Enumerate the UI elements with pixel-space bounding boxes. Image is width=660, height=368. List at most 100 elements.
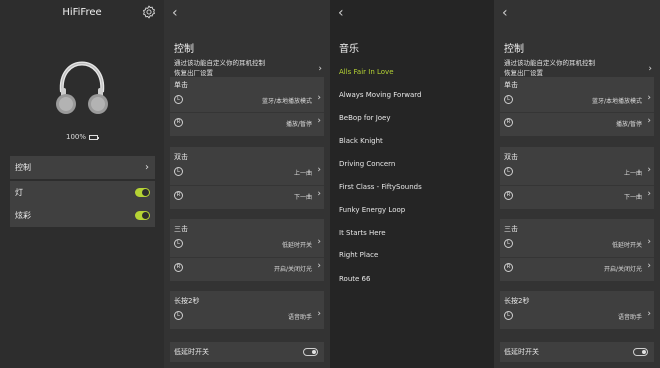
latency-toggle[interactable] — [633, 348, 648, 356]
chevron-right-icon: › — [317, 189, 321, 199]
left-option-row[interactable]: L 蓝牙/本地播放模式 › — [170, 89, 324, 111]
chevron-right-icon: › — [647, 116, 651, 126]
song-item[interactable]: Driving Concern — [339, 160, 489, 168]
chevron-right-icon: › — [648, 64, 652, 74]
option-value: 蓝牙/本地播放模式 — [261, 98, 312, 105]
left-earbud-icon: L — [504, 239, 513, 248]
left-option-row[interactable]: L 低延时开关 › — [500, 233, 654, 255]
battery-icon — [89, 134, 99, 140]
menu-item-color: 炫彩 — [10, 204, 155, 227]
song-item[interactable]: BeBop for Joey — [339, 114, 489, 122]
menu-item-control[interactable]: 控制 › — [10, 156, 155, 179]
light-toggle[interactable] — [135, 188, 150, 197]
option-value: 播放/暂停 — [285, 121, 312, 128]
right-option-row[interactable]: R 开启/关闭灯光 › — [500, 257, 654, 279]
menu-item-label: 灯 — [15, 188, 23, 197]
song-item[interactable]: Right Place — [339, 251, 489, 259]
option-value: 播放/暂停 — [615, 121, 642, 128]
right-earbud-icon: R — [174, 263, 183, 272]
option-value: 语音助手 — [287, 314, 312, 321]
triple-tap-card: 三击 L 低延时开关 › R 开启/关闭灯光 › — [500, 219, 654, 281]
right-earbud-icon: R — [504, 263, 513, 272]
reset-link[interactable]: 恢复出厂设置 — [504, 67, 543, 77]
color-toggle[interactable] — [135, 211, 150, 220]
chevron-right-icon: › — [317, 93, 321, 103]
chevron-right-icon: › — [647, 261, 651, 271]
right-option-row[interactable]: R 下一曲 › — [170, 185, 324, 207]
right-earbud-icon: R — [174, 118, 183, 127]
double-tap-card: 双击 L 上一曲 › R 下一曲 › — [500, 147, 654, 209]
left-earbud-icon: L — [174, 95, 183, 104]
option-value: 低延时开关 — [281, 242, 312, 249]
divider — [170, 112, 324, 113]
right-earbud-icon: R — [504, 118, 513, 127]
latency-row: 低延时开关 — [170, 342, 324, 362]
back-icon[interactable]: ‹ — [172, 6, 178, 20]
page-subtitle: 通过该功能自定义你的耳机控制 — [174, 59, 265, 67]
option-value: 低延时开关 — [611, 242, 642, 249]
song-item[interactable]: Always Moving Forward — [339, 91, 489, 99]
left-option-row[interactable]: L 上一曲 › — [170, 161, 324, 183]
headphone-image — [56, 61, 108, 114]
device-home-panel: HiFiFree 100% 控制 › 灯 炫彩 — [0, 0, 164, 368]
right-option-row[interactable]: R 播放/暂停 › — [500, 112, 654, 134]
song-item[interactable]: First Class - FiftySounds — [339, 183, 489, 191]
long-press-card: 长按2秒 L 语音助手 › — [170, 291, 324, 329]
divider — [500, 257, 654, 258]
left-option-row[interactable]: L 蓝牙/本地播放模式 › — [500, 89, 654, 111]
right-earbud-icon: R — [504, 191, 513, 200]
left-earbud-icon: L — [504, 311, 513, 320]
back-icon[interactable]: ‹ — [338, 6, 344, 20]
battery-level: 100% — [65, 133, 86, 141]
chevron-right-icon: › — [647, 165, 651, 175]
right-option-row[interactable]: R 下一曲 › — [500, 185, 654, 207]
left-earbud-icon: L — [174, 311, 183, 320]
left-option-row[interactable]: L 语音助手 › — [170, 305, 324, 327]
chevron-right-icon: › — [145, 162, 149, 173]
option-value: 下一曲 — [293, 194, 312, 201]
song-item[interactable]: Route 66 — [339, 275, 489, 283]
right-option-row[interactable]: R 开启/关闭灯光 › — [170, 257, 324, 279]
left-option-row[interactable]: L 语音助手 › — [500, 305, 654, 327]
option-value: 开启/关闭灯光 — [273, 266, 312, 273]
page-title: 音乐 — [339, 44, 359, 55]
left-earbud-icon: L — [504, 167, 513, 176]
menu-item-label: 炫彩 — [15, 211, 31, 220]
long-press-card: 长按2秒 L 语音助手 › — [500, 291, 654, 329]
left-earbud-icon: L — [174, 239, 183, 248]
divider — [500, 112, 654, 113]
left-earbud-icon: L — [504, 95, 513, 104]
double-tap-card: 双击 L 上一曲 › R 下一曲 › — [170, 147, 324, 209]
back-icon[interactable]: ‹ — [502, 6, 508, 20]
option-value: 下一曲 — [623, 194, 642, 201]
option-value: 上一曲 — [623, 170, 642, 177]
page-title: 控制 — [174, 44, 194, 55]
single-tap-card: 单击 L 蓝牙/本地播放模式 › R 播放/暂停 › — [500, 77, 654, 136]
option-value: 开启/关闭灯光 — [603, 266, 642, 273]
right-option-row[interactable]: R 播放/暂停 › — [170, 112, 324, 134]
left-option-row[interactable]: L 上一曲 › — [500, 161, 654, 183]
chevron-right-icon: › — [647, 309, 651, 319]
divider — [170, 257, 324, 258]
left-earbud-icon: L — [174, 167, 183, 176]
chevron-right-icon: › — [317, 309, 321, 319]
music-panel: ‹ 音乐 Alls Fair In Love Always Moving For… — [330, 0, 494, 368]
control-panel-2: ‹ 控制 通过该功能自定义你的耳机控制 恢复出厂设置 › 单击 L 蓝牙/本地播… — [494, 0, 660, 368]
battery-status: 100% — [0, 133, 164, 141]
chevron-right-icon: › — [647, 237, 651, 247]
reset-link[interactable]: 恢复出厂设置 — [174, 67, 213, 77]
latency-toggle[interactable] — [303, 348, 318, 356]
right-earbud-icon: R — [174, 191, 183, 200]
song-item[interactable]: It Starts Here — [339, 229, 489, 237]
page-subtitle: 通过该功能自定义你的耳机控制 — [504, 59, 595, 67]
menu-item-label: 控制 — [15, 163, 31, 172]
chevron-right-icon: › — [647, 189, 651, 199]
song-item[interactable]: Black Knight — [339, 137, 489, 145]
gear-icon[interactable] — [142, 5, 156, 19]
left-option-row[interactable]: L 低延时开关 › — [170, 233, 324, 255]
chevron-right-icon: › — [317, 165, 321, 175]
song-item[interactable]: Alls Fair In Love — [339, 68, 489, 76]
song-item[interactable]: Funky Energy Loop — [339, 206, 489, 214]
option-value: 蓝牙/本地播放模式 — [591, 98, 642, 105]
divider — [170, 185, 324, 186]
